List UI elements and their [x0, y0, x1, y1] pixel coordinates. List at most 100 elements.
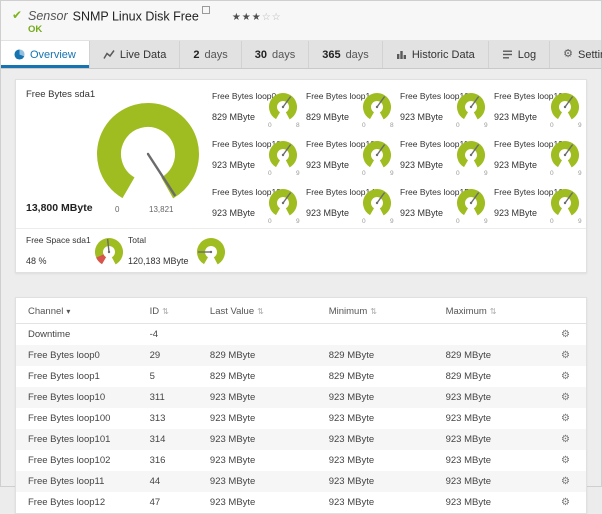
summary-gauge-value: 120,183 MByte — [128, 256, 188, 266]
cell-id: -4 — [144, 324, 204, 346]
sensor-flag-icon — [202, 6, 210, 14]
small-gauge-scale-max: 9 — [578, 170, 582, 177]
small-gauge-scale-max: 9 — [484, 218, 488, 225]
sort-icon: ⇅ — [370, 307, 377, 316]
small-gauge-scale-min: 0 — [362, 218, 366, 225]
cell-maximum: 923 MByte — [440, 387, 555, 408]
cell-maximum: 829 MByte — [440, 345, 555, 366]
gauge-icon — [94, 237, 124, 267]
small-gauge-scale-max: 9 — [390, 218, 394, 225]
cell-maximum: 923 MByte — [440, 429, 555, 450]
tab-historic-data[interactable]: Historic Data — [383, 41, 489, 68]
table-row[interactable]: Free Bytes loop102316923 MByte923 MByte9… — [16, 450, 586, 471]
channel-settings-icon[interactable]: ⚙ — [561, 497, 570, 508]
summary-gauge: Total120,183 MByte — [128, 235, 226, 267]
cell-minimum — [323, 324, 440, 346]
title-line: SensorSNMP Linux Disk Free★★★☆☆ — [28, 6, 282, 25]
channel-settings-icon[interactable]: ⚙ — [561, 350, 570, 361]
cell-minimum: 923 MByte — [323, 492, 440, 513]
table-row[interactable]: Free Bytes loop10311923 MByte923 MByte92… — [16, 387, 586, 408]
small-gauge-title: Free Bytes loop1 — [306, 91, 370, 101]
tab-number: 365 — [322, 49, 340, 61]
channel-settings-icon[interactable]: ⚙ — [561, 371, 570, 382]
tab-settings[interactable]: ⚙Settings — [550, 41, 602, 68]
cell-channel: Free Bytes loop10 — [16, 387, 144, 408]
cell-id: 29 — [144, 345, 204, 366]
col-header-channel[interactable]: Channel▾ — [16, 298, 144, 324]
cell-channel: Free Bytes loop1 — [16, 366, 144, 387]
channel-settings-icon[interactable]: ⚙ — [561, 455, 570, 466]
table-row[interactable]: Downtime-4⚙ — [16, 324, 586, 346]
col-header-id[interactable]: ID⇅ — [144, 298, 204, 324]
cell-channel: Free Bytes loop12 — [16, 492, 144, 513]
col-header-minimum[interactable]: Minimum⇅ — [323, 298, 440, 324]
channel-settings-icon[interactable]: ⚙ — [561, 476, 570, 487]
tab-label: Log — [518, 49, 536, 61]
small-gauge: Free Bytes loop16923 MByte09 — [494, 180, 588, 228]
small-gauge-scale-max: 9 — [296, 218, 300, 225]
tab-2-days[interactable]: 2days — [180, 41, 241, 68]
sort-icon: ⇅ — [490, 307, 497, 316]
tab-live-data[interactable]: Live Data — [90, 41, 180, 68]
small-gauge-scale-min: 0 — [268, 122, 272, 129]
table-row[interactable]: Free Bytes loop15829 MByte829 MByte829 M… — [16, 366, 586, 387]
table-row[interactable]: Free Bytes loop1144923 MByte923 MByte923… — [16, 471, 586, 492]
small-gauge-scale-max: 8 — [296, 122, 300, 129]
table-row[interactable]: Free Bytes loop100313923 MByte923 MByte9… — [16, 408, 586, 429]
small-gauge: Free Bytes loop101923 MByte09 — [212, 132, 306, 180]
small-gauge-value: 829 MByte — [306, 112, 349, 122]
small-gauge-scale-min: 0 — [550, 218, 554, 225]
priority-stars[interactable]: ★★★☆☆ — [232, 12, 282, 23]
gauge-icon — [362, 140, 392, 170]
tab-365-days[interactable]: 365 days — [309, 41, 383, 68]
small-gauge-scale-min: 0 — [362, 170, 366, 177]
channel-settings-icon[interactable]: ⚙ — [561, 329, 570, 340]
col-header-maximum[interactable]: Maximum⇅ — [440, 298, 555, 324]
table-row[interactable]: Free Bytes loop101314923 MByte923 MByte9… — [16, 429, 586, 450]
small-gauge-scale-max: 9 — [484, 122, 488, 129]
page-title: SNMP Linux Disk Free — [73, 9, 199, 23]
small-gauge-value: 923 MByte — [306, 208, 349, 218]
log-icon — [502, 49, 513, 60]
table-row[interactable]: Free Bytes loop1247923 MByte923 MByte923… — [16, 492, 586, 513]
small-gauge-scale-max: 9 — [484, 170, 488, 177]
channel-settings-icon[interactable]: ⚙ — [561, 434, 570, 445]
small-gauge-value: 923 MByte — [306, 160, 349, 170]
sort-icon: ⇅ — [257, 307, 264, 316]
col-header-last-value[interactable]: Last Value⇅ — [204, 298, 323, 324]
small-gauge: Free Bytes loop10923 MByte09 — [400, 84, 494, 132]
gauge-icon — [362, 92, 392, 122]
cell-minimum: 923 MByte — [323, 429, 440, 450]
table-row[interactable]: Free Bytes loop029829 MByte829 MByte829 … — [16, 345, 586, 366]
channel-settings-icon[interactable]: ⚙ — [561, 413, 570, 424]
small-gauge: Free Bytes loop100923 MByte09 — [494, 84, 588, 132]
tab-label: Overview — [30, 49, 76, 61]
tab-label: Live Data — [120, 49, 166, 61]
content-area: Free Bytes sda1 13,800 MByte 0 13,821 Fr… — [1, 69, 601, 486]
small-gauge: Free Bytes loop14923 MByte09 — [306, 180, 400, 228]
cell-minimum: 923 MByte — [323, 408, 440, 429]
gauge-icon — [550, 92, 580, 122]
tab-word: days — [204, 49, 227, 61]
cell-last-value: 923 MByte — [204, 450, 323, 471]
cell-id: 316 — [144, 450, 204, 471]
gauge-icon — [550, 188, 580, 218]
small-gauge-value: 923 MByte — [212, 160, 255, 170]
channels-table-panel: Channel▾ID⇅Last Value⇅Minimum⇅Maximum⇅ D… — [15, 297, 587, 514]
summary-gauge-title: Free Space sda1 — [26, 235, 86, 245]
tab-overview[interactable]: Overview — [1, 41, 90, 68]
cell-id: 44 — [144, 471, 204, 492]
tab-log[interactable]: Log — [489, 41, 550, 68]
channel-settings-icon[interactable]: ⚙ — [561, 392, 570, 403]
tab-label: Historic Data — [412, 49, 475, 61]
cell-minimum: 923 MByte — [323, 450, 440, 471]
cell-last-value: 923 MByte — [204, 408, 323, 429]
cell-last-value: 923 MByte — [204, 492, 323, 513]
small-gauge-value: 923 MByte — [494, 112, 537, 122]
small-gauge-scale-min: 0 — [550, 170, 554, 177]
tab-30-days[interactable]: 30days — [242, 41, 310, 68]
tab-word: days — [346, 49, 369, 61]
small-gauge: Free Bytes loop13923 MByte09 — [212, 180, 306, 228]
gauge-icon — [268, 188, 298, 218]
sort-icon: ⇅ — [162, 307, 169, 316]
